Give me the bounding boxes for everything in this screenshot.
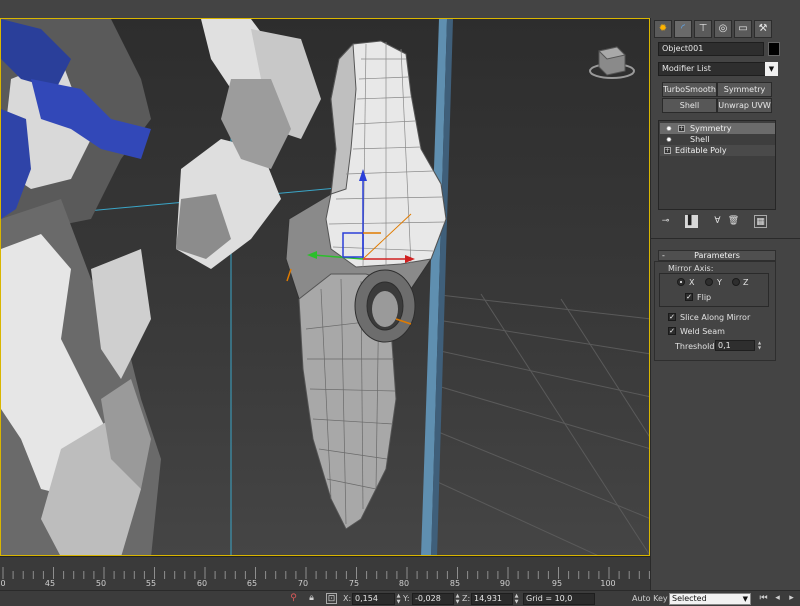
slice-along-mirror-label: Slice Along Mirror [680, 313, 751, 322]
x-coord-label: X: [343, 594, 352, 603]
perspective-viewport[interactable] [0, 18, 650, 556]
lock-icon[interactable]: 🔒︎ [306, 593, 317, 604]
timeline-ticks [2, 567, 650, 579]
display-tab-icon[interactable]: ▭ [734, 20, 752, 38]
tick-label-75: 75 [348, 579, 360, 588]
y-coord-label: Y: [403, 594, 410, 603]
tick-label-90: 90 [499, 579, 511, 588]
parameters-rollout-header[interactable]: - Parameters [658, 250, 776, 261]
auto-key-button[interactable]: Auto Key [632, 594, 668, 603]
remove-modifier-icon[interactable]: 🗑︎ [727, 215, 740, 228]
tick-label-65: 65 [246, 579, 258, 588]
expand-icon[interactable]: + [664, 147, 671, 154]
flip-checkbox[interactable]: ✓ [685, 293, 693, 301]
object-name-field[interactable]: Object001 [658, 42, 764, 56]
timeline-track-bar[interactable]: 0 45 50 55 60 65 70 75 80 85 90 95 100 [0, 556, 650, 590]
tick-label-60: 60 [196, 579, 208, 588]
grid-size-field: Grid = 10,0 [523, 593, 595, 605]
create-tab-icon[interactable]: ✹ [654, 20, 672, 38]
tick-label-70: 70 [297, 579, 309, 588]
tick-label-85: 85 [449, 579, 461, 588]
collapse-icon: - [662, 251, 665, 260]
go-to-start-icon[interactable]: ⏮ [758, 593, 769, 604]
axis-y-radio[interactable] [705, 278, 713, 286]
configure-modifier-sets-icon[interactable]: ▦ [754, 215, 767, 228]
z-coord-field[interactable]: 14,931 [471, 593, 513, 605]
shell-button[interactable]: Shell [662, 98, 717, 113]
y-coord-field[interactable]: -0,028 [412, 593, 454, 605]
utilities-tab-icon[interactable]: ⚒ [754, 20, 772, 38]
threshold-label: Threshold: [675, 342, 718, 351]
unwrap-uvw-button[interactable]: Unwrap UVW [717, 98, 772, 113]
modifier-list-dropdown[interactable]: Modifier List [658, 62, 778, 76]
tick-label-0: 0 [0, 579, 6, 588]
selection-set-dropdown[interactable]: Selected ▼ [669, 593, 751, 605]
z-coord-label: Z: [462, 594, 471, 603]
stack-item-label: Symmetry [690, 124, 732, 133]
stack-item-editable-poly[interactable]: + Editable Poly [660, 145, 775, 156]
stack-toolbar: ⊸ ▌ ∀ 🗑︎ ▦ [659, 215, 779, 229]
weld-seam-label: Weld Seam [680, 327, 725, 336]
chevron-down-icon: ▼ [742, 595, 748, 603]
axis-z-label: Z [743, 278, 749, 287]
view-cube-icon [589, 46, 635, 79]
x-coord-spinner[interactable]: ▲ ▼ [395, 593, 402, 605]
x-coord-field[interactable]: 0,154 [352, 593, 395, 605]
axis-z-radio[interactable] [732, 278, 740, 286]
pin-stack-icon[interactable]: ⊸ [659, 215, 672, 228]
flip-label: Flip [697, 293, 712, 302]
tick-label-80: 80 [398, 579, 410, 588]
stack-item-label: Editable Poly [675, 146, 727, 155]
background-reference-mesh [1, 19, 321, 555]
hierarchy-tab-icon[interactable]: ⊤ [694, 20, 712, 38]
mirror-axis-group [659, 273, 769, 307]
selection-set-value: Selected [672, 594, 707, 603]
tick-label-100: 100 [600, 579, 616, 588]
tick-label-55: 55 [145, 579, 157, 588]
threshold-spinner[interactable]: ▲ ▼ [756, 340, 763, 351]
viewport-scene [1, 19, 649, 555]
axis-x-radio[interactable] [677, 278, 685, 286]
turbosmooth-button[interactable]: TurboSmooth [662, 82, 717, 97]
show-end-result-icon[interactable]: ▌ [685, 215, 698, 228]
axis-y-label: Y [717, 278, 722, 287]
axis-x-label: X [689, 278, 695, 287]
mirror-axis-label: Mirror Axis: [667, 264, 715, 273]
symmetry-button[interactable]: Symmetry [717, 82, 772, 97]
stack-item-symmetry[interactable]: ✹ + Symmetry [660, 123, 775, 134]
stack-item-label: Shell [690, 135, 710, 144]
rollout-title: Parameters [694, 251, 740, 260]
slice-along-mirror-checkbox[interactable]: ✓ [668, 313, 676, 321]
previous-frame-icon[interactable]: ◂ [772, 593, 783, 604]
floor-grid [430, 293, 649, 555]
z-coord-spinner[interactable]: ▲ ▼ [513, 593, 520, 605]
absolute-mode-icon[interactable]: ⊡ [326, 593, 337, 604]
stack-item-shell[interactable]: ✹ Shell [660, 134, 775, 145]
status-bar: ⚲ 🔒︎ ⊡ X: 0,154 ▲ ▼ Y: -0,028 ▲ ▼ Z: 14,93… [0, 590, 800, 606]
object-color-swatch[interactable] [768, 42, 780, 56]
threshold-field[interactable]: 0,1 [715, 340, 755, 351]
modifier-stack: ✹ + Symmetry ✹ Shell + Editable Poly [658, 120, 776, 210]
expand-icon[interactable]: + [678, 125, 685, 132]
modify-tab-icon[interactable]: ◜ [674, 20, 692, 38]
tick-label-95: 95 [551, 579, 563, 588]
top-menu-strip [0, 0, 800, 18]
weld-seam-checkbox[interactable]: ✓ [668, 327, 676, 335]
panel-divider [651, 238, 800, 239]
tick-label-45: 45 [44, 579, 56, 588]
command-panel-tabs: ✹ ◜ ⊤ ◎ ▭ ⚒ [654, 20, 772, 38]
motion-tab-icon[interactable]: ◎ [714, 20, 732, 38]
chevron-down-icon[interactable]: ▼ [765, 62, 778, 76]
y-coord-spinner[interactable]: ▲ ▼ [454, 593, 461, 605]
command-panel: ✹ ◜ ⊤ ◎ ▭ ⚒ Object001 Modifier List ▼ Tu… [650, 18, 800, 590]
make-unique-icon[interactable]: ∀ [711, 215, 724, 228]
tick-label-50: 50 [95, 579, 107, 588]
pin-icon[interactable]: ⚲ [288, 593, 299, 604]
play-icon[interactable]: ▸ [786, 593, 797, 604]
